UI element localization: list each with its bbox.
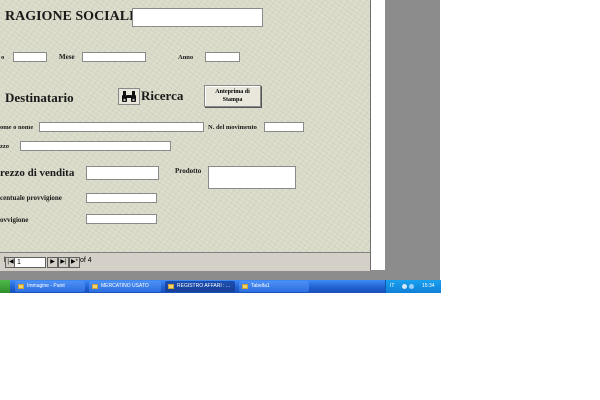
- anno-field[interactable]: [205, 52, 240, 62]
- mese-label: Mese: [59, 53, 75, 61]
- provvigione-label: ovvigione: [0, 216, 29, 224]
- table-icon: [242, 284, 248, 289]
- binoculars-icon: [121, 90, 137, 108]
- panel-edge: [370, 0, 385, 270]
- ricerca-label[interactable]: Ricerca: [141, 88, 183, 104]
- day-label: o: [1, 54, 5, 61]
- taskbar-item-tabella1[interactable]: Tabella1: [239, 281, 309, 292]
- taskbar-item-paint[interactable]: Immagine - Paint: [15, 281, 85, 292]
- anno-label: Anno: [178, 54, 194, 61]
- prodotto-field[interactable]: [208, 166, 296, 189]
- nome-field[interactable]: [39, 122, 204, 132]
- mese-field[interactable]: [82, 52, 146, 62]
- anteprima-label-line1: Anteprima di: [215, 89, 250, 95]
- day-field[interactable]: [13, 52, 47, 62]
- record-count: of 4: [80, 257, 92, 264]
- form-panel: RAGIONE SOCIALE o Mese Anno Destinatario…: [0, 0, 370, 252]
- next-record-button[interactable]: ▶: [47, 257, 58, 268]
- access-icon: [168, 284, 174, 289]
- clock: 15:34: [422, 283, 435, 289]
- taskbar-item-registro[interactable]: REGISTRO AFFARI : ...: [165, 281, 235, 292]
- nome-label: ome o nome: [0, 124, 34, 131]
- prodotto-label: Prodotto: [175, 167, 202, 175]
- prezzo-label: rezzo di vendita: [0, 167, 75, 179]
- anteprima-label-line2: Stampa: [222, 97, 243, 103]
- start-button[interactable]: [0, 280, 10, 293]
- movimento-label: N. del movimento: [208, 124, 257, 131]
- volume-icon[interactable]: [409, 284, 414, 289]
- destinatario-label: Destinatario: [5, 90, 74, 105]
- anteprima-di-stampa-button[interactable]: Anteprima di Stampa: [204, 85, 261, 107]
- percentuale-provvigione-field[interactable]: [86, 193, 157, 203]
- taskbar-item-mercatino[interactable]: MERCATINO USATO: [89, 281, 161, 292]
- system-tray: IT 15:34: [385, 280, 441, 293]
- ragione-sociale-label: RAGIONE SOCIALE: [5, 9, 139, 24]
- language-indicator[interactable]: IT: [390, 280, 394, 293]
- taskbar: Immagine - Paint MERCATINO USATO REGISTR…: [0, 280, 441, 293]
- last-record-button[interactable]: ▶|: [58, 257, 69, 268]
- indirizzo-field[interactable]: [20, 141, 171, 151]
- prezzo-field[interactable]: [86, 166, 159, 180]
- current-record-field[interactable]: 1: [14, 257, 46, 268]
- percentuale-provvigione-label: centuale provvigione: [0, 194, 62, 202]
- paint-icon: [18, 284, 24, 289]
- new-record-button[interactable]: ▶*: [69, 257, 80, 268]
- network-icon[interactable]: [402, 284, 407, 289]
- binoculars-button[interactable]: [118, 88, 140, 105]
- record-navigator: l |◀ 1 ▶ ▶| ▶* of 4: [0, 252, 370, 271]
- ragione-sociale-field[interactable]: [132, 8, 263, 27]
- movimento-field[interactable]: [264, 122, 304, 132]
- folder-icon: [92, 284, 98, 289]
- provvigione-field[interactable]: [86, 214, 157, 224]
- indirizzo-label: zzo: [0, 143, 10, 150]
